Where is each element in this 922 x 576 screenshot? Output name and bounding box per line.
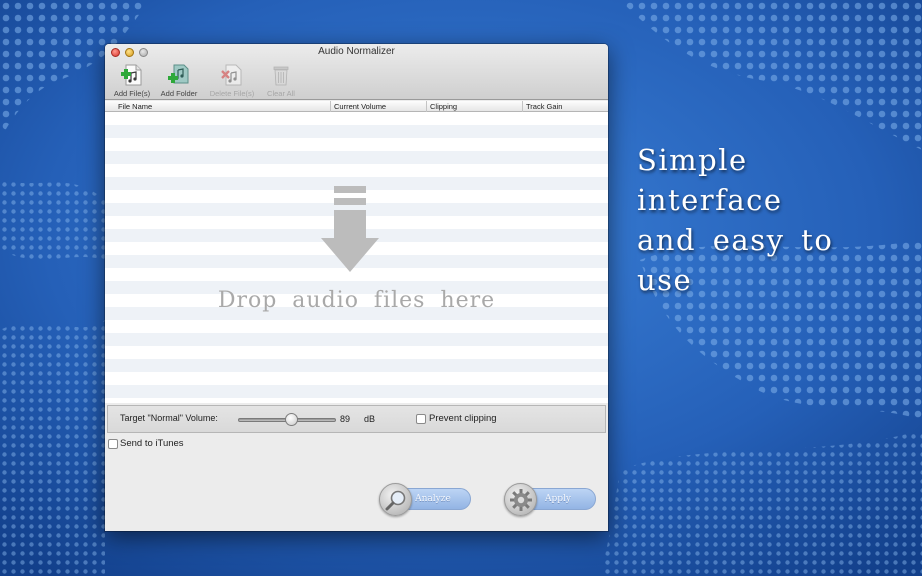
apply-button[interactable]: Apply <box>504 483 596 516</box>
target-volume-slider-knob[interactable] <box>285 413 299 426</box>
file-drop-area[interactable]: Drop audio files here <box>105 112 608 403</box>
app-window: Audio Normalizer Add File(s) Add Folder <box>105 44 608 531</box>
down-arrow-icon <box>321 186 379 272</box>
add-folder-label: Add Folder <box>160 89 198 98</box>
trash-icon <box>273 66 289 86</box>
target-volume-value: 89 <box>340 414 351 424</box>
target-volume-unit: dB <box>364 414 376 424</box>
delete-file-icon <box>221 64 242 86</box>
column-track-gain[interactable]: Track Gain <box>523 101 608 112</box>
delete-files-label: Delete File(s) <box>209 89 255 98</box>
add-files-label: Add File(s) <box>113 89 151 98</box>
add-files-button[interactable]: Add File(s) <box>109 63 155 98</box>
apply-button-disc <box>504 483 537 516</box>
column-file-name[interactable]: File Name <box>115 101 331 112</box>
target-volume-label: Target "Normal" Volume: <box>120 413 218 423</box>
add-folder-icon <box>168 64 189 84</box>
promo-line-1: Simple interface <box>637 143 783 217</box>
gear-icon <box>510 489 532 511</box>
prevent-clipping-checkbox[interactable] <box>416 414 426 424</box>
column-clipping[interactable]: Clipping <box>427 101 523 112</box>
window-title: Audio Normalizer <box>318 46 395 57</box>
promo-line-3: use <box>637 263 693 297</box>
analyze-button-disc <box>379 483 412 516</box>
prevent-clipping-label[interactable]: Prevent clipping <box>429 413 497 424</box>
volume-settings-bar: Target "Normal" Volume: 89 dB Prevent cl… <box>107 405 606 433</box>
analyze-button[interactable]: Analyze <box>379 483 471 516</box>
file-list-header: File Name Current Volume Clipping Track … <box>105 101 608 112</box>
delete-files-button[interactable]: Delete File(s) <box>209 63 255 98</box>
clear-all-label: Clear All <box>267 89 295 98</box>
add-file-icon <box>121 64 142 86</box>
send-to-itunes-label[interactable]: Send to iTunes <box>120 438 184 449</box>
magnifier-icon <box>385 490 406 511</box>
send-to-itunes-checkbox[interactable] <box>108 439 118 449</box>
column-current-volume[interactable]: Current Volume <box>331 101 427 112</box>
promo-text: Simple interface and easy to use <box>637 140 907 300</box>
clear-all-button[interactable]: Clear All <box>258 63 304 98</box>
add-folder-button[interactable]: Add Folder <box>156 63 202 98</box>
drop-hint-text: Drop audio files here <box>217 288 496 313</box>
promo-line-2: and easy to <box>637 223 834 257</box>
title-bar: Audio Normalizer Add File(s) Add Folder <box>105 44 608 100</box>
